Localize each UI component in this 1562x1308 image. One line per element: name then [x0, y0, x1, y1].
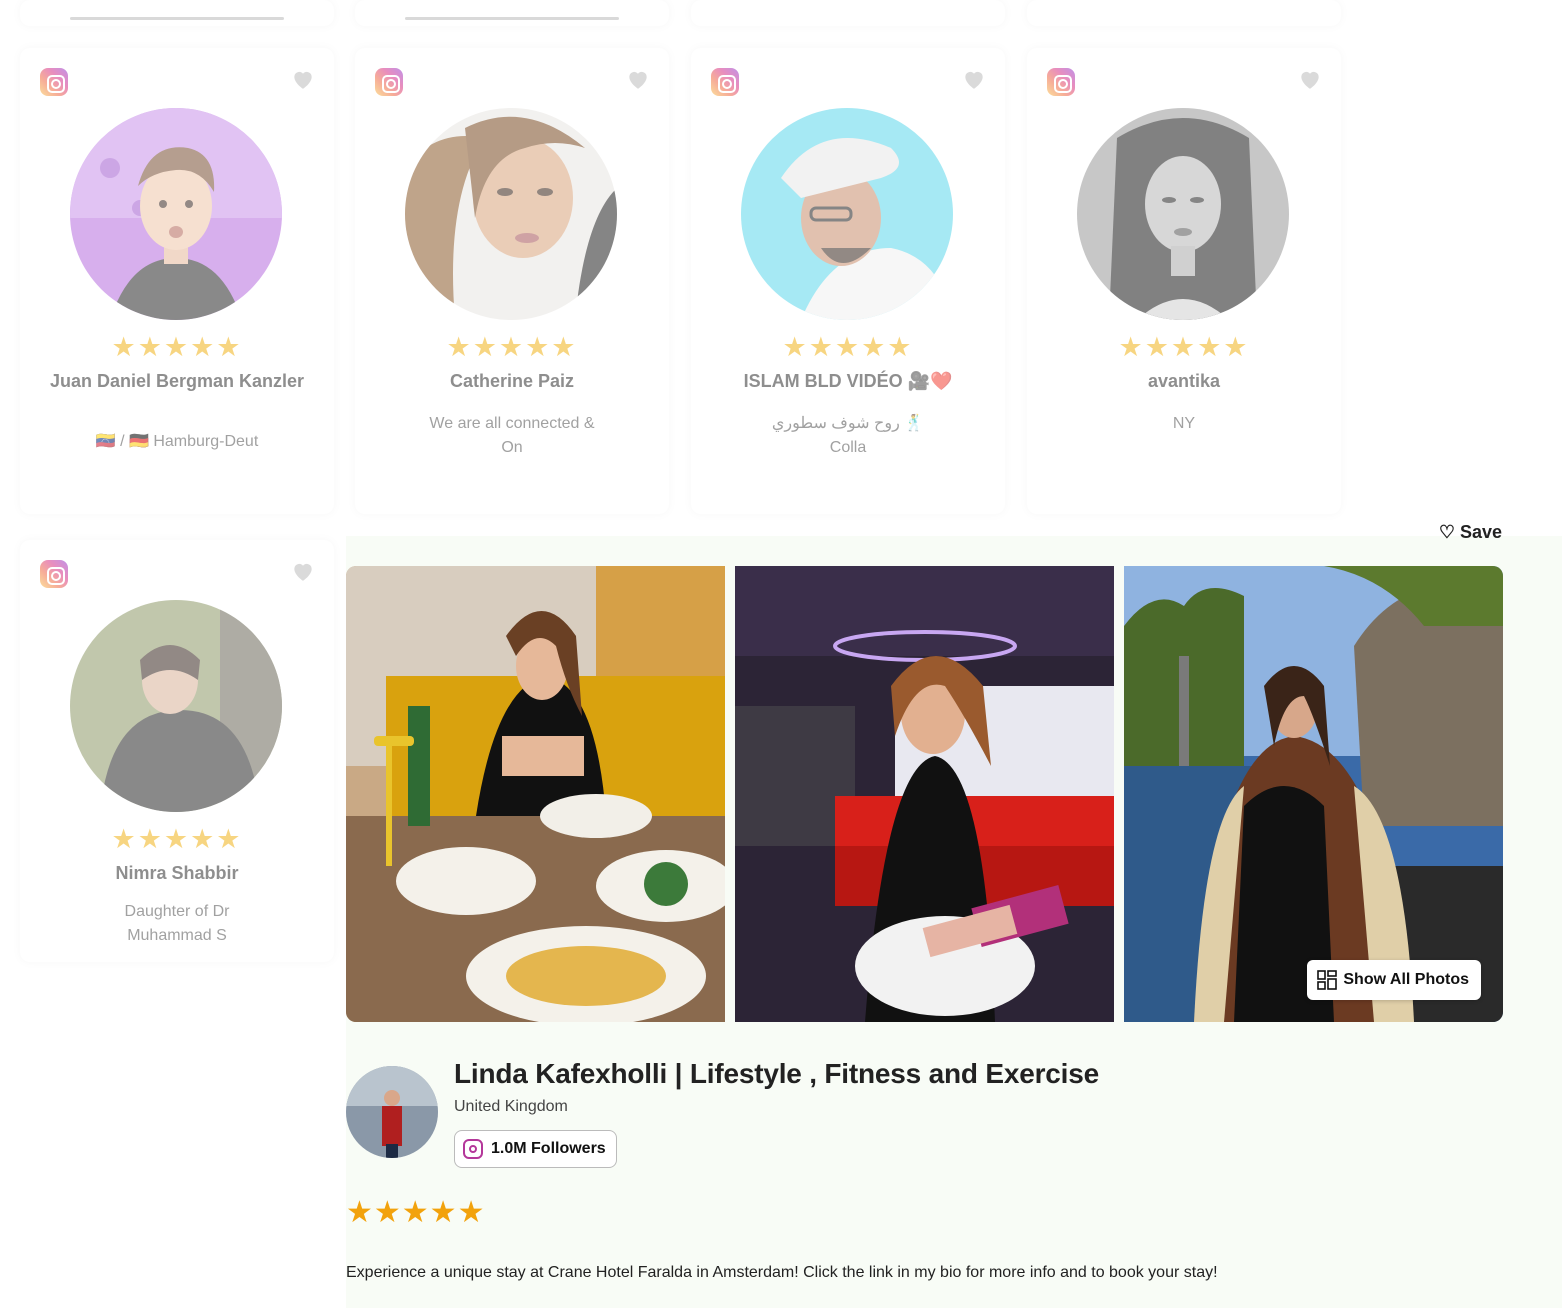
star-rating: ★★★★★	[782, 332, 914, 362]
influencer-bio: 🇻🇪 / 🇩🇪 Hamburg-Deut	[54, 422, 300, 462]
heart-icon[interactable]	[961, 66, 987, 92]
page: ★★★★★ Juan Daniel Bergman Kanzler 🇻🇪 / 🇩…	[0, 0, 1562, 1308]
instagram-icon	[1047, 68, 1075, 96]
influencer-name: ISLAM BLD VIDÉO 🎥❤️	[743, 371, 953, 391]
instagram-icon	[711, 68, 739, 96]
star-rating: ★★★★★	[446, 332, 578, 362]
avatar[interactable]	[1077, 108, 1289, 320]
listing-description: Experience a unique stay at Crane Hotel …	[346, 1264, 1218, 1281]
grid-icon	[1317, 970, 1338, 990]
instagram-icon	[375, 68, 403, 96]
card-partial[interactable]	[20, 0, 334, 26]
influencer-country: United Kingdom	[454, 1098, 568, 1115]
influencer-card[interactable]: ★★★★★ avantika NY	[1027, 48, 1341, 514]
show-all-photos-label: Show All Photos	[1343, 971, 1469, 988]
influencer-bio: NY	[1127, 404, 1241, 444]
avatar[interactable]	[70, 600, 282, 812]
avatar[interactable]	[405, 108, 617, 320]
influencer-card[interactable]: ★★★★★ Nimra Shabbir Daughter of Dr Muham…	[20, 540, 334, 962]
instagram-icon	[463, 1139, 483, 1159]
star-rating: ★★★★★	[346, 1196, 486, 1229]
influencer-title: Linda Kafexholli | Lifestyle , Fitness a…	[454, 1058, 1099, 1089]
influencer-card[interactable]: ★★★★★ ISLAM BLD VIDÉO 🎥❤️ روح شوف سطوري …	[691, 48, 1005, 514]
save-button[interactable]: ♡ Save	[1439, 522, 1502, 543]
heart-icon[interactable]	[290, 558, 316, 584]
followers-count: 1.0M Followers	[491, 1140, 606, 1157]
influencer-name: Nimra Shabbir	[115, 863, 239, 883]
card-partial[interactable]	[691, 0, 1005, 26]
profile-avatar[interactable]	[346, 1066, 438, 1158]
gallery-photo[interactable]	[346, 566, 725, 1022]
influencer-card[interactable]: ★★★★★ Catherine Paiz We are all connecte…	[355, 48, 669, 514]
avatar[interactable]	[70, 108, 282, 320]
heart-icon[interactable]	[1297, 66, 1323, 92]
influencer-bio: We are all connected & On	[389, 404, 635, 468]
star-rating: ★★★★★	[111, 824, 243, 854]
influencer-name: Catherine Paiz	[449, 371, 575, 391]
heart-icon[interactable]	[625, 66, 651, 92]
gallery-photo[interactable]	[735, 566, 1114, 1022]
influencer-bio: Daughter of Dr Muhammad S	[54, 892, 300, 956]
followers-badge[interactable]: 1.0M Followers	[454, 1130, 617, 1168]
heart-icon[interactable]	[290, 66, 316, 92]
card-partial[interactable]	[1027, 0, 1341, 26]
photo-gallery[interactable]: Show All Photos	[346, 566, 1503, 1022]
influencer-card[interactable]: ★★★★★ Juan Daniel Bergman Kanzler 🇻🇪 / 🇩…	[20, 48, 334, 514]
show-all-photos-button[interactable]: Show All Photos	[1307, 960, 1481, 1000]
card-partial[interactable]	[355, 0, 669, 26]
influencer-detail-panel: ♡ Save Show All Photos Linda Kafexholli …	[346, 522, 1562, 1308]
gallery-photo[interactable]: Show All Photos	[1124, 566, 1503, 1022]
influencer-name: Juan Daniel Bergman Kanzler	[49, 371, 305, 391]
star-rating: ★★★★★	[111, 332, 243, 362]
instagram-icon	[40, 560, 68, 588]
avatar[interactable]	[741, 108, 953, 320]
instagram-icon	[40, 68, 68, 96]
influencer-name: avantika	[1147, 371, 1221, 391]
star-rating: ★★★★★	[1118, 332, 1250, 362]
influencer-bio: روح شوف سطوري 🕺 Colla	[725, 404, 971, 468]
